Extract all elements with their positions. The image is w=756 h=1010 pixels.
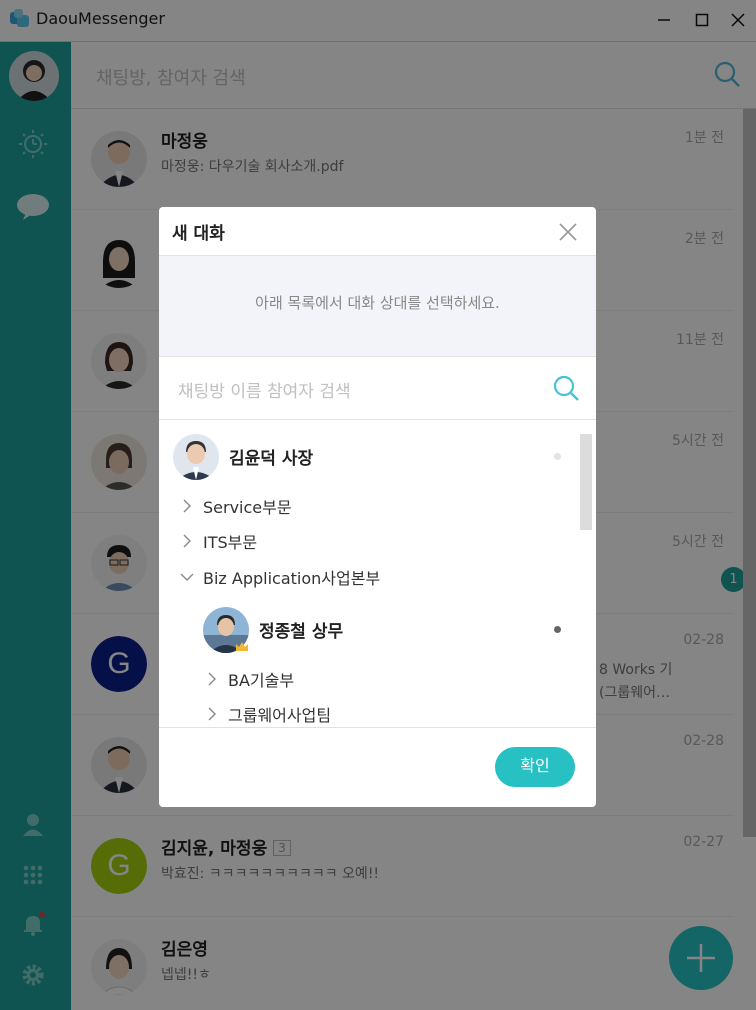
confirm-button[interactable]: 확인	[495, 747, 575, 787]
participant-search-input[interactable]: 채팅방 이름 참여자 검색	[178, 377, 351, 402]
tree-node-biz-application[interactable]: Biz Application사업본부	[179, 563, 380, 591]
tree-node-label: Service부문	[203, 498, 292, 517]
tree-node-label: ITS부문	[203, 533, 258, 552]
tree-node-label: 그룹웨어사업팀	[228, 706, 332, 725]
status-dot	[554, 453, 561, 460]
instruction-text: 아래 목록에서 대화 상대를 선택하세요.	[255, 294, 500, 312]
chevron-right-icon	[208, 707, 216, 721]
crown-icon	[236, 642, 248, 651]
tree-node-label: Biz Application사업본부	[203, 569, 381, 588]
tree-node-ba-tech[interactable]: BA기술부	[204, 665, 294, 693]
org-tree: 김윤덕 사장 Service부문 ITS부문 Biz Application사업…	[159, 420, 596, 727]
person-name: 정종철 상무	[259, 622, 344, 642]
tree-node-label: BA기술부	[228, 671, 295, 690]
chevron-right-icon	[183, 534, 191, 548]
chevron-right-icon	[208, 672, 216, 686]
dialog-header: 새 대화	[159, 207, 596, 256]
status-dot	[554, 626, 561, 633]
tree-scrollbar[interactable]	[580, 434, 592, 530]
person-name: 김윤덕 사장	[229, 449, 314, 469]
dialog-instructions: 아래 목록에서 대화 상대를 선택하세요.	[159, 256, 596, 357]
tree-person-sub[interactable]: 정종철 상무	[203, 607, 573, 655]
tree-node-groupware[interactable]: 그룹웨어사업팀	[204, 700, 331, 727]
avatar	[173, 434, 219, 480]
search-icon[interactable]	[552, 374, 580, 402]
chevron-down-icon	[180, 573, 194, 581]
dialog-search-bar: 채팅방 이름 참여자 검색	[159, 357, 596, 420]
tree-node-service[interactable]: Service부문	[179, 492, 292, 520]
chevron-right-icon	[183, 499, 191, 513]
tree-person-top[interactable]: 김윤덕 사장	[173, 434, 573, 482]
dialog-title: 새 대화	[172, 224, 225, 244]
new-chat-dialog: 새 대화 아래 목록에서 대화 상대를 선택하세요. 채팅방 이름 참여자 검색…	[159, 207, 596, 807]
close-icon[interactable]	[557, 221, 579, 243]
tree-node-its[interactable]: ITS부문	[179, 527, 257, 555]
